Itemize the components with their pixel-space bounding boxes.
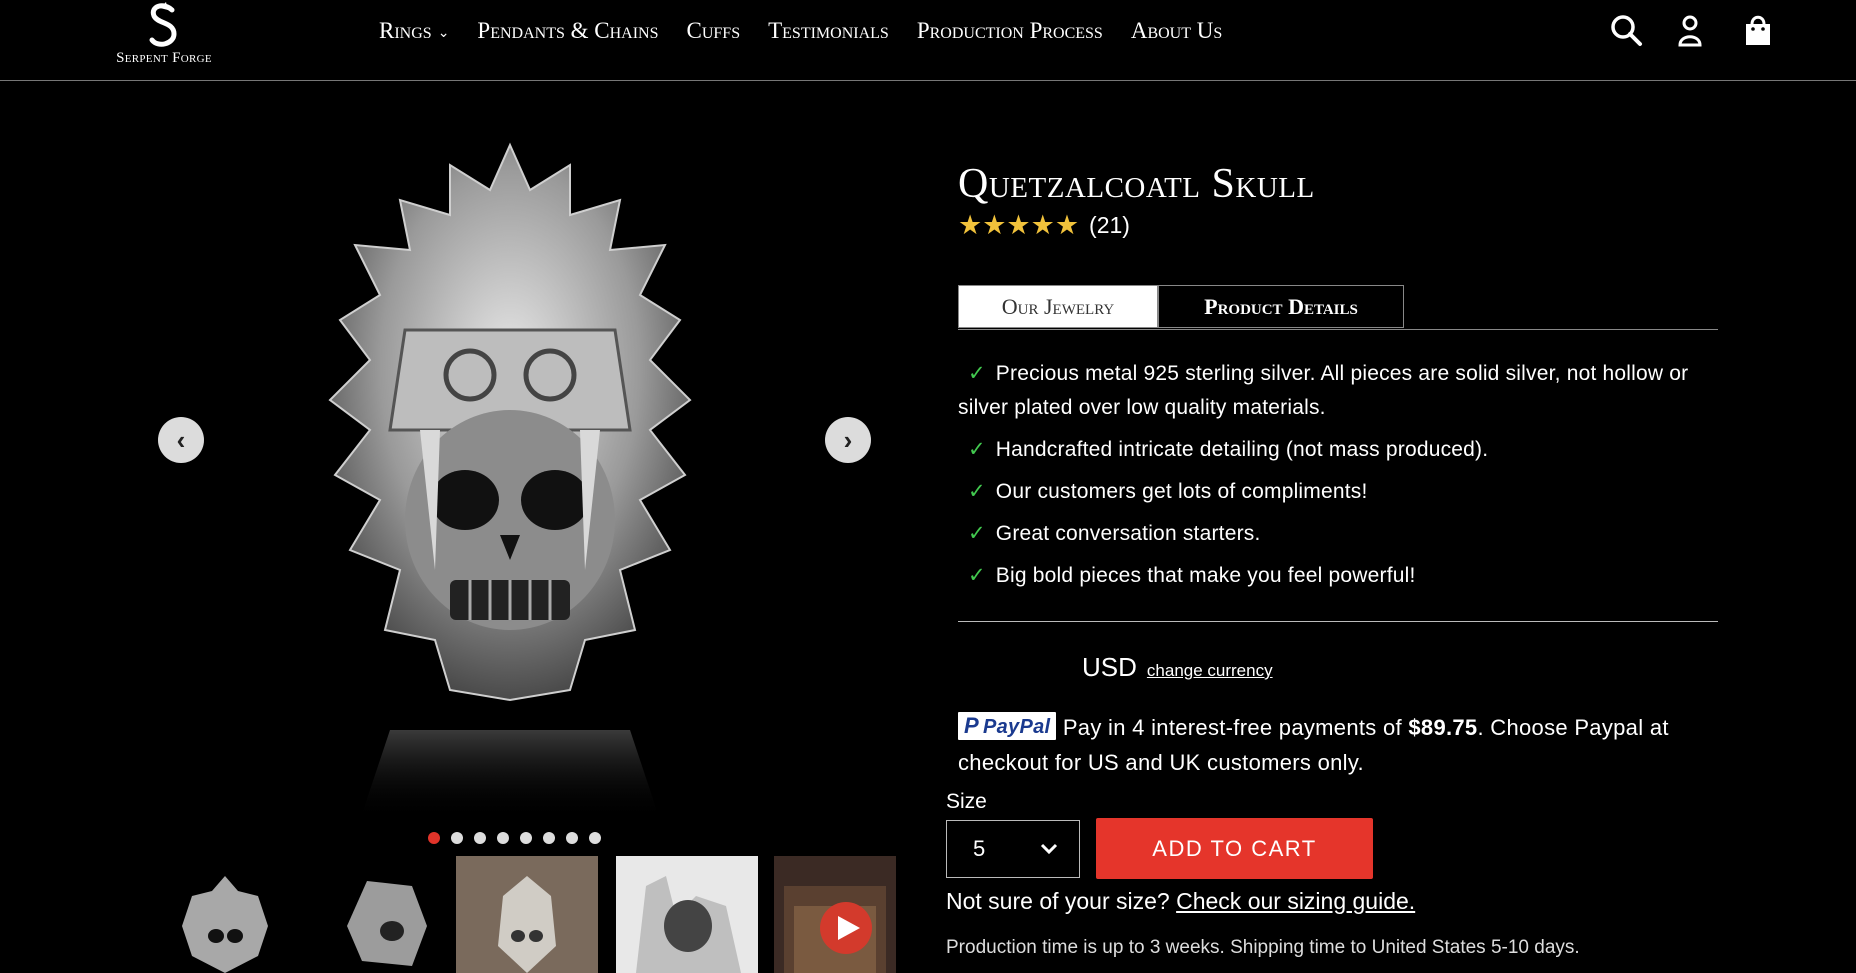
product-rating[interactable]: ★★★★★ (21) — [958, 210, 1130, 241]
gallery-prev-button[interactable]: ‹ — [158, 417, 204, 463]
feature-list: ✓ Precious metal 925 sterling silver. All… — [958, 357, 1718, 601]
feature-text: Precious metal 925 sterling silver. All … — [958, 362, 1689, 419]
nav-about-us[interactable]: About Us — [1131, 18, 1222, 44]
search-icon[interactable] — [1608, 12, 1644, 48]
list-item: ✓ Handcrafted intricate detailing (not ma… — [958, 433, 1718, 467]
nav-about-label: About Us — [1130, 18, 1223, 43]
list-item: ✓ Great conversation starters. — [958, 517, 1718, 551]
product-tabs: Our Jewelry Product Details — [958, 285, 1718, 330]
gallery-dot[interactable] — [428, 832, 440, 844]
feature-text: Big bold pieces that make you feel power… — [995, 564, 1416, 587]
feature-text: Our customers get lots of compliments! — [995, 480, 1368, 503]
chevron-left-icon: ‹ — [176, 424, 186, 455]
currency-code: USD — [1082, 652, 1137, 682]
shipping-note: Production time is up to 3 weeks. Shippi… — [946, 937, 1580, 958]
gallery-dot[interactable] — [520, 832, 532, 844]
thumbnail-ring-front[interactable] — [158, 856, 293, 973]
paypal-amount: $89.75 — [1408, 715, 1478, 740]
divider — [958, 621, 1718, 622]
star-rating-icon: ★★★★★ — [958, 210, 1080, 240]
nav-production-process[interactable]: Production Process — [917, 18, 1103, 44]
list-item: ✓ Our customers get lots of compliments! — [958, 475, 1718, 509]
size-value: 5 — [973, 836, 986, 861]
checkmark-icon: ✓ — [968, 480, 986, 503]
sizing-guide-link[interactable]: Check our sizing guide. — [1176, 888, 1415, 914]
logo-text: Serpent Forge — [116, 50, 212, 66]
nav-rings-label: Rings — [379, 18, 432, 43]
checkmark-icon: ✓ — [968, 522, 986, 545]
gallery-next-button[interactable]: › — [825, 417, 871, 463]
nav-production-label: Production Process — [916, 18, 1103, 43]
chevron-down-icon — [1040, 843, 1058, 855]
tab-our-jewelry[interactable]: Our Jewelry — [958, 285, 1158, 328]
paypal-logo: P PayPal — [958, 712, 1057, 740]
thumbnail-product-video[interactable] — [774, 856, 896, 973]
chevron-right-icon: › — [843, 424, 853, 455]
site-header: Serpent Forge Rings ⌄ Pendants & Chains … — [0, 0, 1856, 81]
nav-pendants-chains[interactable]: Pendants & Chains — [477, 18, 658, 44]
serpent-logo-icon — [149, 2, 177, 47]
gallery-dot[interactable] — [474, 832, 486, 844]
sizing-help: Not sure of your size? Check our sizing … — [946, 888, 1415, 915]
brand-logo[interactable]: Serpent Forge — [104, 0, 224, 70]
size-select[interactable]: 5 — [946, 820, 1080, 878]
product-title: Quetzalcoatl Skull — [958, 161, 1315, 207]
tab-product-details[interactable]: Product Details — [1158, 285, 1404, 328]
checkmark-icon: ✓ — [968, 438, 986, 461]
gallery-dot[interactable] — [451, 832, 463, 844]
add-to-cart-button[interactable]: ADD TO CART — [1096, 818, 1373, 879]
main-nav: Rings ⌄ Pendants & Chains Cuffs Testimon… — [379, 18, 1250, 44]
review-count: (21) — [1089, 212, 1130, 238]
gallery-dot[interactable] — [543, 832, 555, 844]
nav-testimonials-label: Testimonials — [768, 18, 889, 43]
product-main-image[interactable] — [240, 130, 780, 820]
feature-text: Great conversation starters. — [995, 522, 1261, 545]
currency-selector: USD change currency — [1082, 652, 1273, 683]
feature-text: Handcrafted intricate detailing (not mas… — [995, 438, 1489, 461]
size-label: Size — [946, 790, 987, 813]
nav-testimonials[interactable]: Testimonials — [768, 18, 889, 44]
checkmark-icon: ✓ — [968, 362, 986, 385]
thumbnail-ring-on-hand[interactable] — [616, 856, 758, 973]
nav-cuffs[interactable]: Cuffs — [687, 18, 741, 44]
gallery-dot[interactable] — [566, 832, 578, 844]
gallery-dots — [428, 832, 612, 844]
nav-cuffs-label: Cuffs — [686, 18, 741, 43]
checkmark-icon: ✓ — [968, 564, 986, 587]
sizing-question: Not sure of your size? — [946, 888, 1177, 914]
paypal-installments: P PayPal Pay in 4 interest-free payments … — [958, 710, 1728, 780]
chevron-down-icon: ⌄ — [437, 25, 450, 41]
nav-pendants-label: Pendants & Chains — [477, 18, 659, 43]
thumbnail-ring-on-stand[interactable] — [456, 856, 598, 973]
thumbnail-ring-side[interactable] — [317, 856, 452, 973]
list-item: ✓ Big bold pieces that make you feel powe… — [958, 559, 1718, 593]
change-currency-link[interactable]: change currency — [1147, 661, 1273, 681]
cart-icon[interactable] — [1740, 12, 1776, 48]
paypal-badge-text: PayPal — [982, 716, 1051, 738]
nav-rings[interactable]: Rings ⌄ — [379, 18, 449, 44]
account-icon[interactable] — [1672, 12, 1708, 48]
list-item: ✓ Precious metal 925 sterling silver. All… — [958, 357, 1718, 425]
gallery-dot[interactable] — [497, 832, 509, 844]
paypal-text-before: Pay in 4 interest-free payments of — [1062, 715, 1409, 740]
gallery-dot[interactable] — [589, 832, 601, 844]
